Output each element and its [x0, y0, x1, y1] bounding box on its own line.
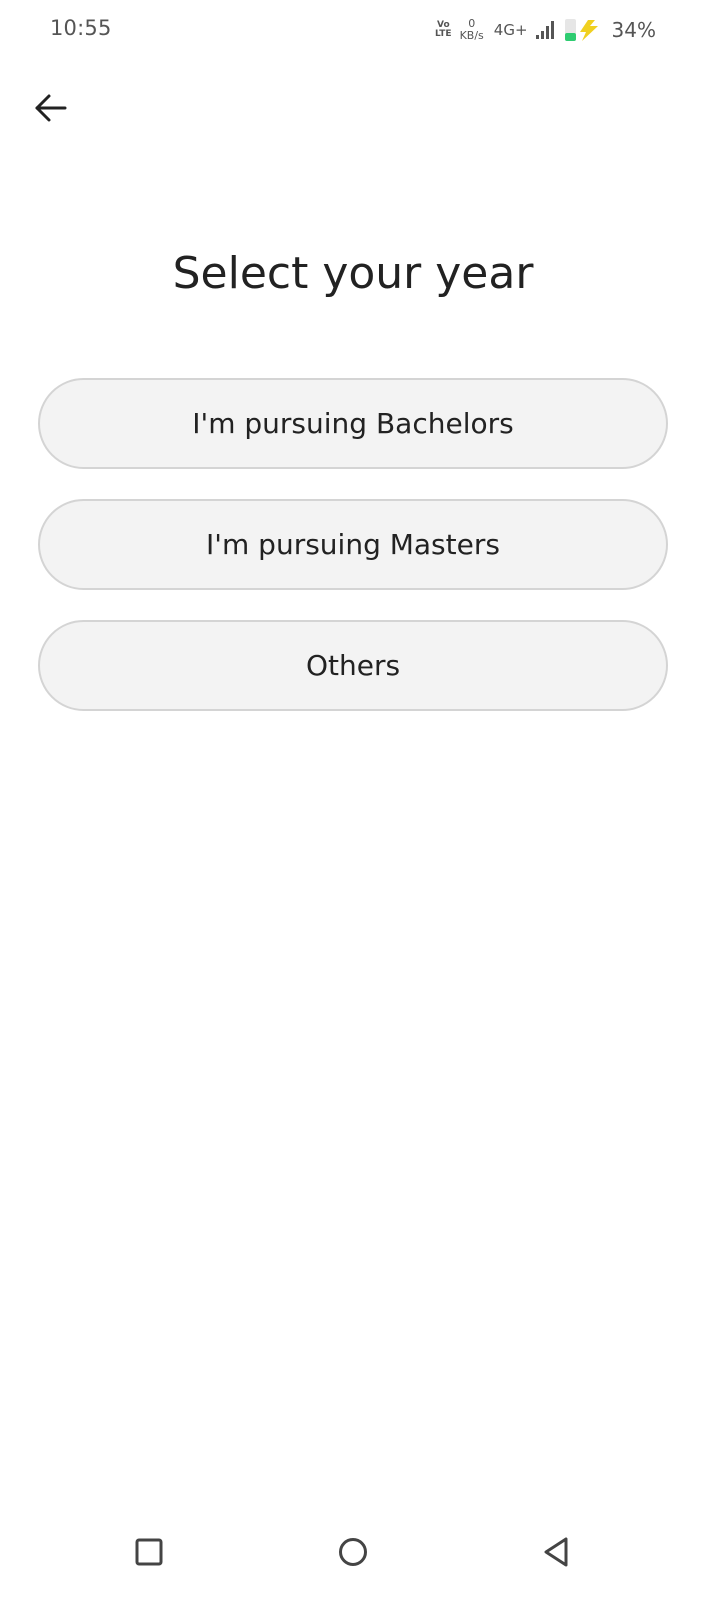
- status-time: 10:55: [50, 16, 112, 40]
- battery-charging-icon: [564, 18, 602, 42]
- recent-apps-icon: [135, 1538, 163, 1566]
- network-type: 4G+: [493, 21, 528, 39]
- battery-percent: 34%: [611, 18, 656, 42]
- navigation-bar: [0, 1520, 720, 1600]
- year-options: I'm pursuing Bachelors I'm pursuing Mast…: [38, 378, 668, 741]
- home-icon: [339, 1538, 367, 1566]
- back-nav-icon: [544, 1537, 568, 1567]
- option-others-button[interactable]: Others: [38, 620, 668, 711]
- net-speed-unit: KB/s: [459, 29, 484, 42]
- back-button[interactable]: [26, 84, 74, 132]
- status-bar: 10:55 Vo LTE 0 KB/s 4G+ 34%: [0, 0, 720, 60]
- status-icons: Vo LTE 0 KB/s 4G+ 34%: [435, 12, 656, 48]
- option-bachelors-button[interactable]: I'm pursuing Bachelors: [38, 378, 668, 469]
- net-speed: 0 KB/s: [460, 18, 484, 42]
- arrow-left-icon: [35, 94, 67, 122]
- page-title: Select your year: [172, 248, 534, 299]
- volte-bottom-label: LTE: [435, 29, 452, 39]
- option-masters-button[interactable]: I'm pursuing Masters: [38, 499, 668, 590]
- home-button[interactable]: [333, 1532, 373, 1572]
- recent-apps-button[interactable]: [129, 1532, 169, 1572]
- back-nav-button[interactable]: [536, 1532, 576, 1572]
- volte-icon: Vo LTE: [435, 21, 452, 39]
- signal-icon: [535, 21, 556, 39]
